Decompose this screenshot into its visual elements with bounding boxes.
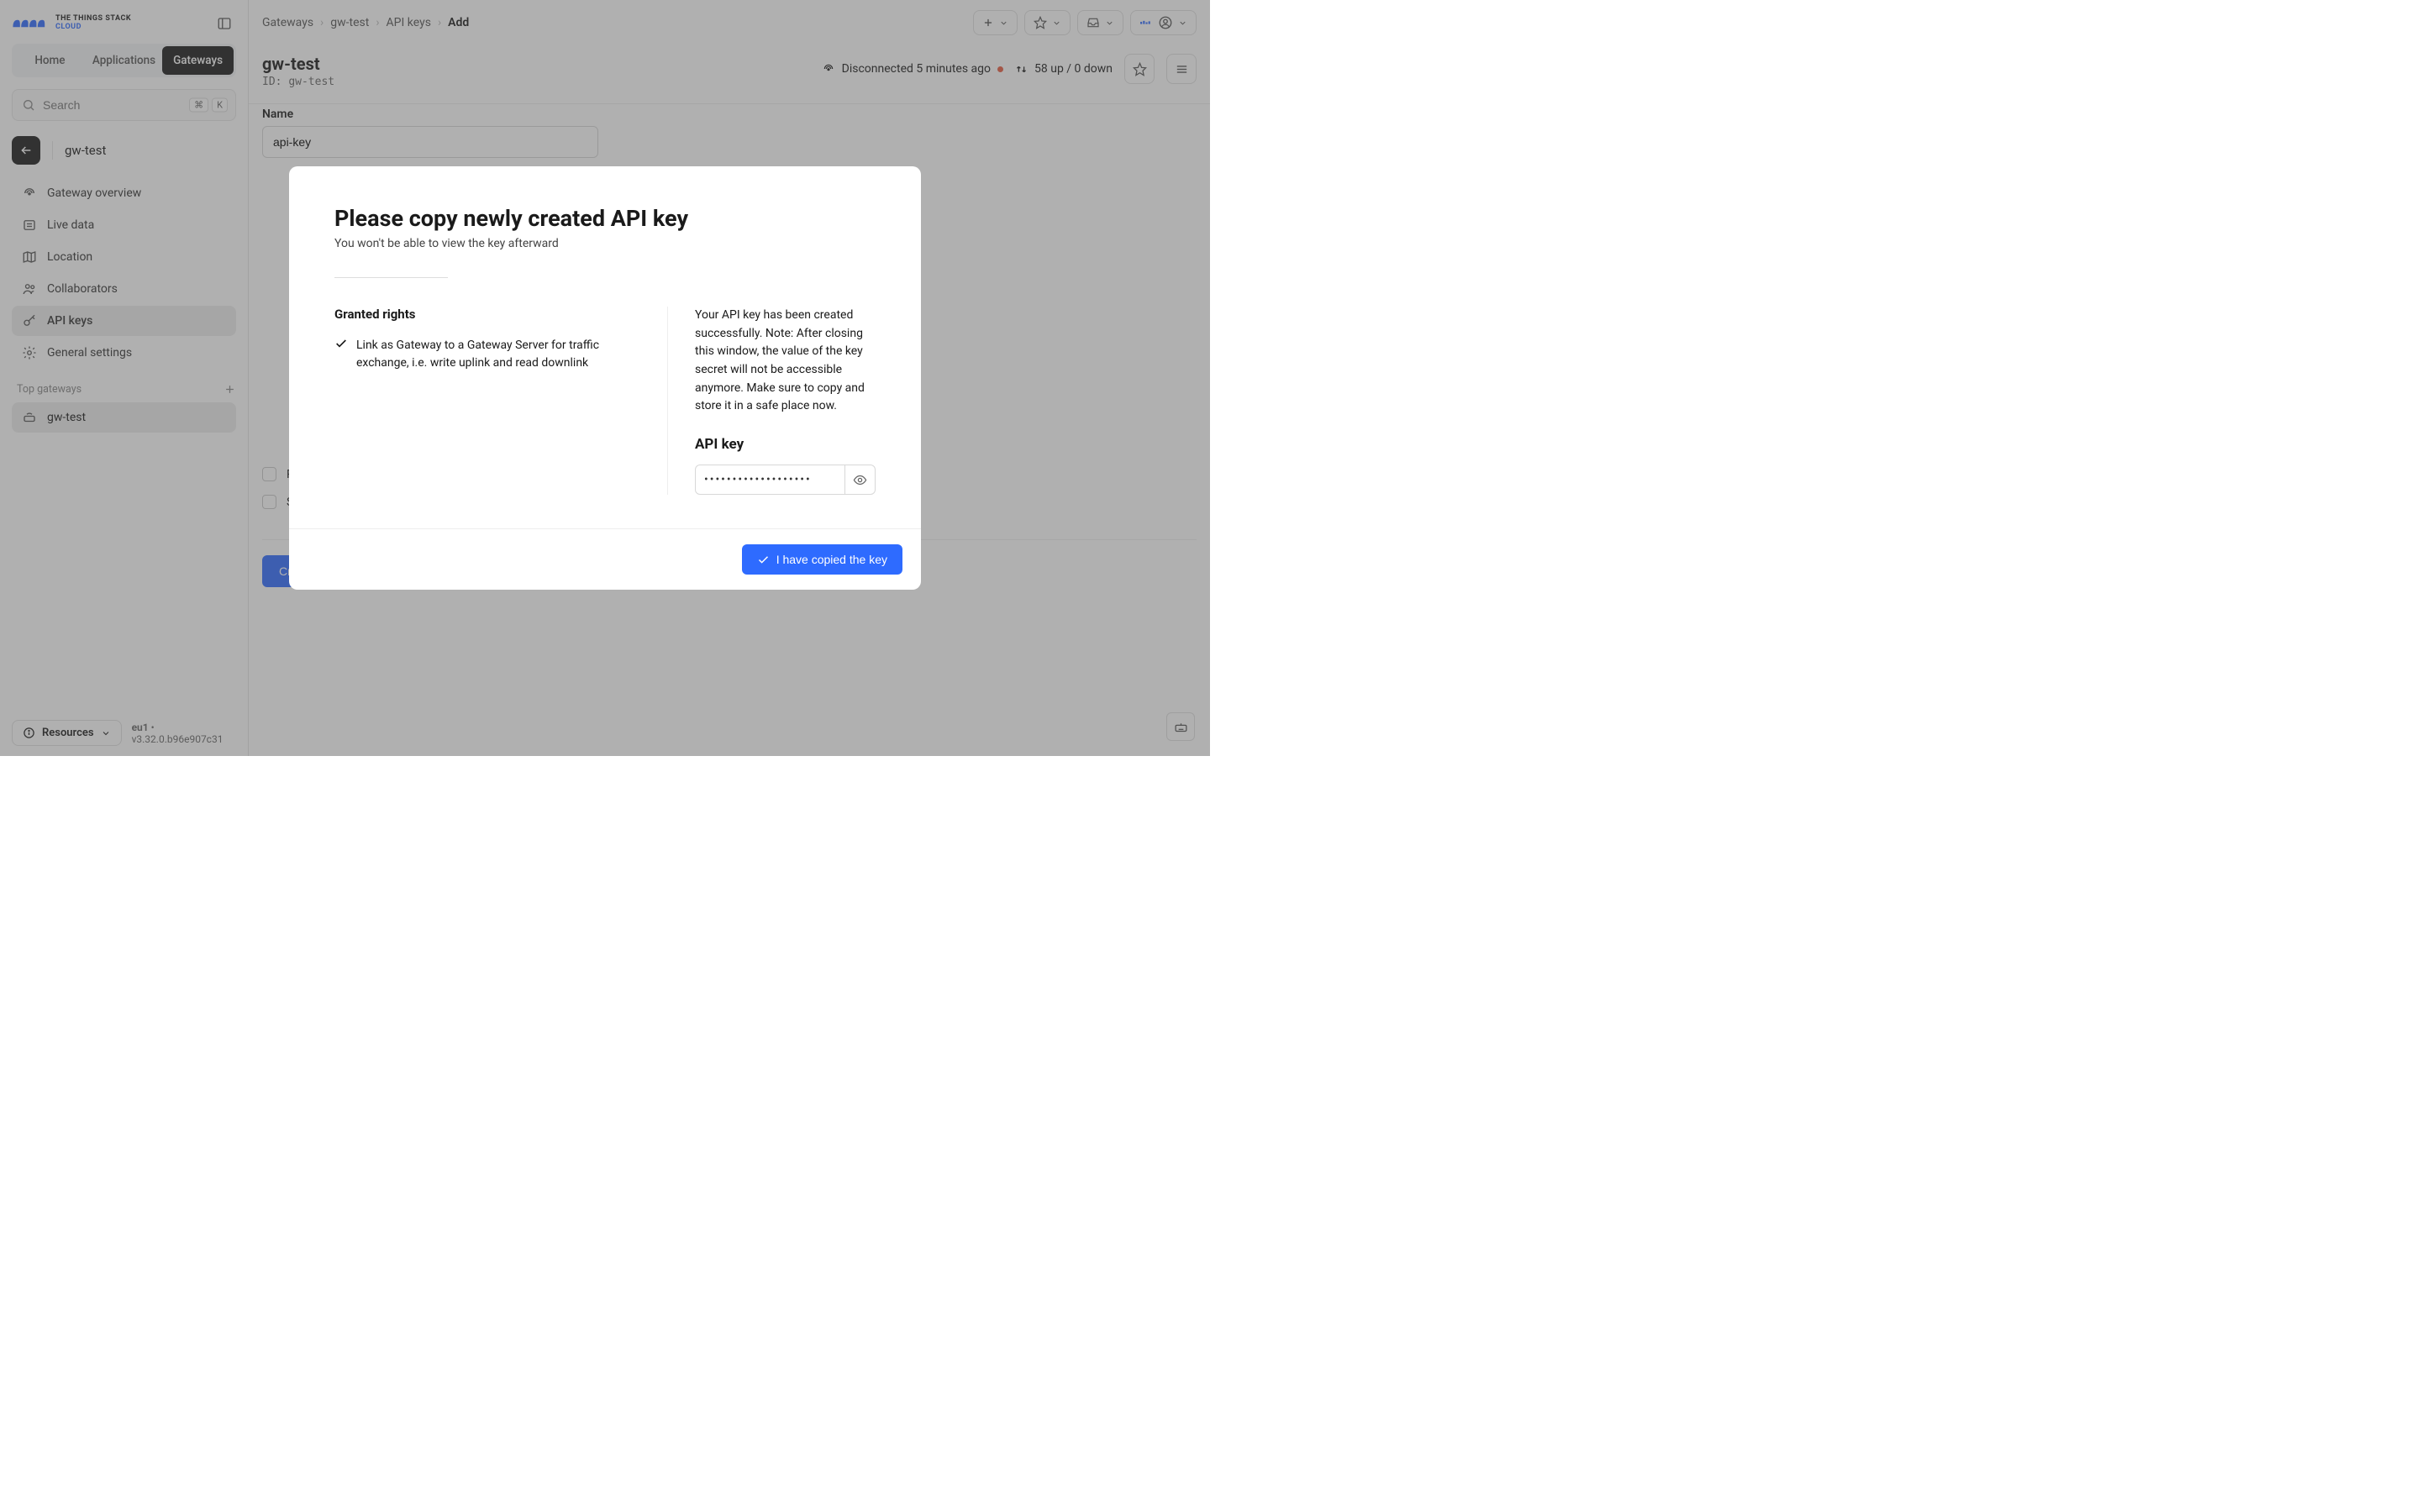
check-icon [757, 554, 770, 566]
apikey-label: API key [695, 436, 876, 453]
copied-key-button[interactable]: I have copied the key [742, 544, 902, 575]
modal-title: Please copy newly created API key [334, 205, 876, 232]
eye-icon [853, 473, 867, 487]
modal-info-text: Your API key has been created successful… [695, 307, 876, 416]
modal-subtitle: You won't be able to view the key afterw… [334, 237, 876, 250]
reveal-apikey-button[interactable] [844, 465, 875, 494]
granted-rights-title: Granted rights [334, 307, 640, 322]
granted-right-text: Link as Gateway to a Gateway Server for … [356, 337, 640, 372]
apikey-value: ••••••••••••••••••• [696, 465, 844, 494]
apikey-modal: Please copy newly created API key You wo… [289, 166, 921, 590]
modal-overlay: Please copy newly created API key You wo… [0, 0, 1210, 756]
check-icon [334, 337, 348, 372]
